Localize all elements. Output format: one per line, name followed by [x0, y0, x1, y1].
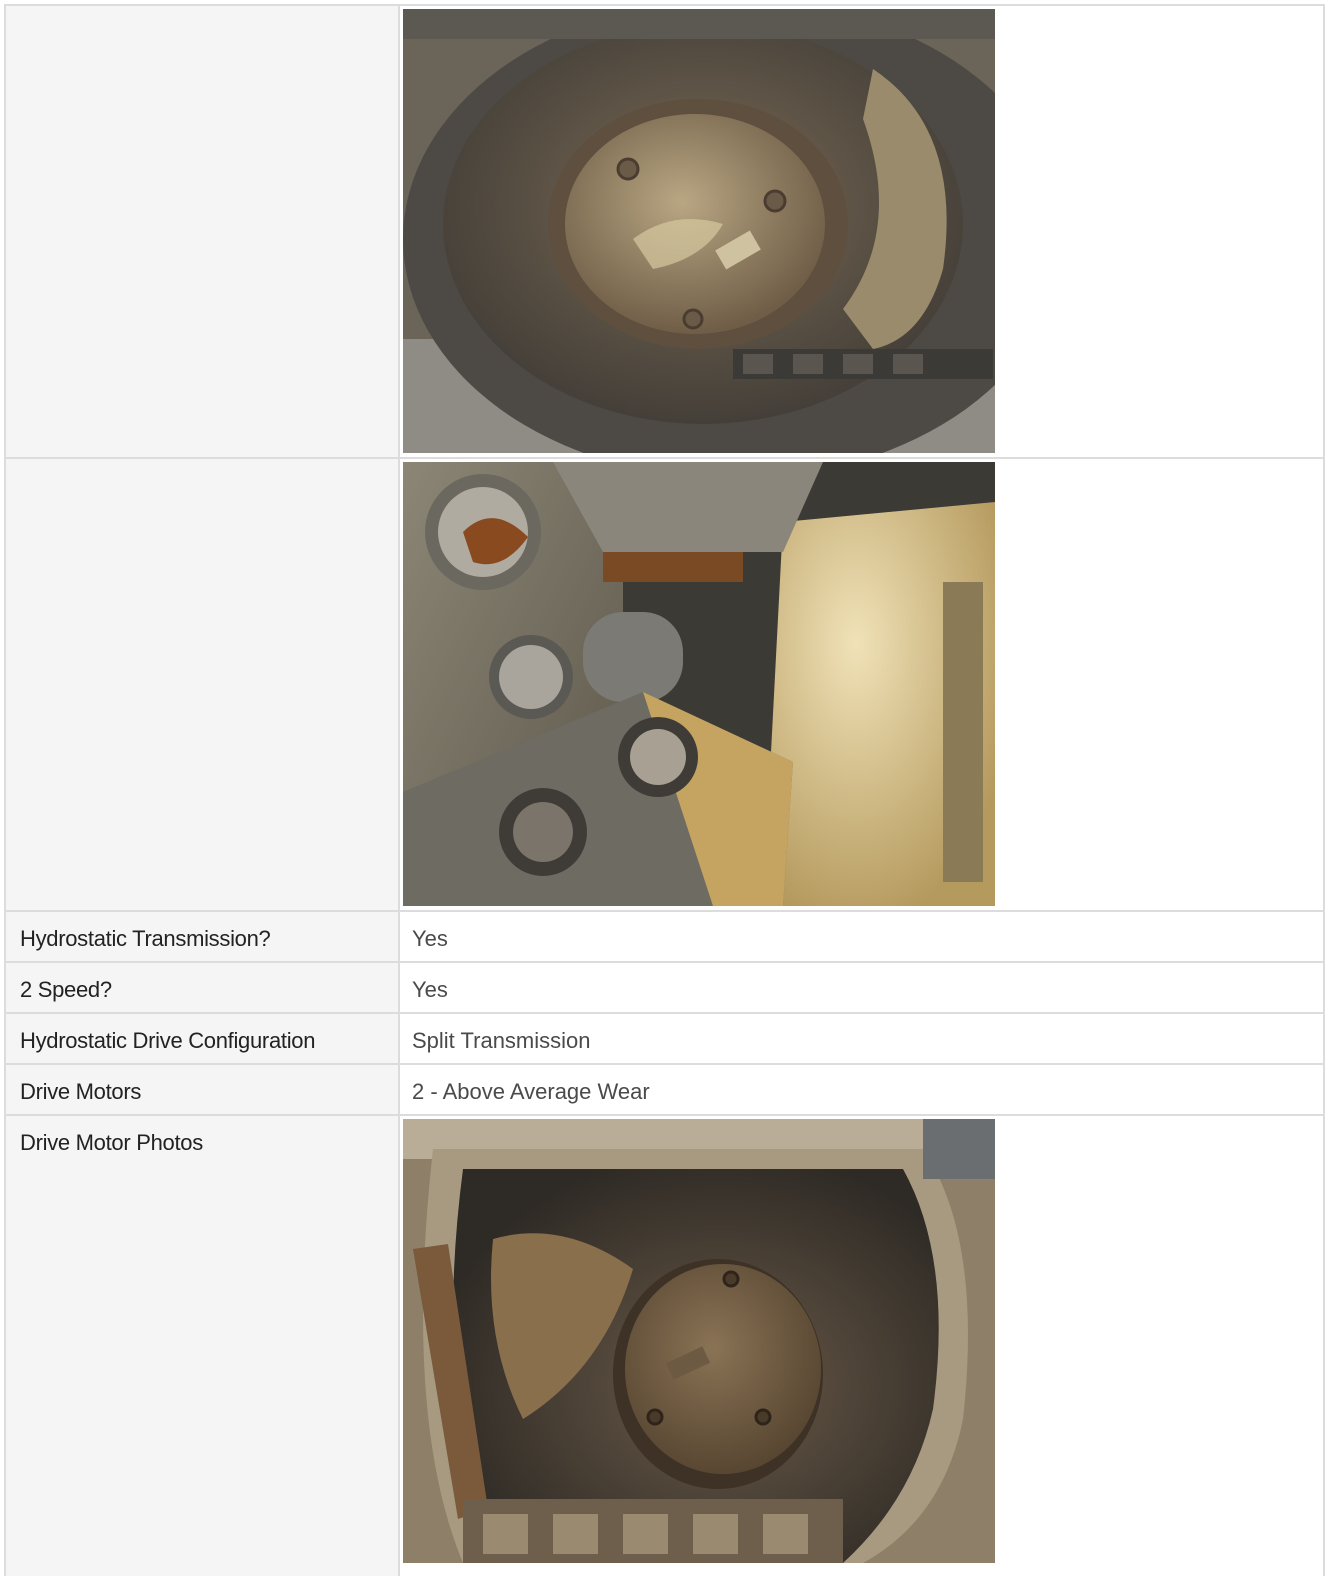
spec-label: Drive Motor Photos — [4, 1116, 400, 1576]
empty-label-cell — [4, 6, 400, 457]
spec-row-drive-motors: Drive Motors 2 - Above Average Wear — [4, 1065, 1325, 1116]
photo-cell — [400, 1116, 1325, 1576]
photo-row-2 — [4, 459, 1325, 912]
spec-row-2-speed: 2 Speed? Yes — [4, 963, 1325, 1014]
engine-bay-bolts-photo[interactable] — [403, 462, 995, 906]
inspection-table: Hydrostatic Transmission? Yes 2 Speed? Y… — [4, 4, 1325, 1576]
spec-label: Drive Motors — [4, 1065, 400, 1114]
spec-value: Yes — [400, 963, 1325, 1012]
spec-label: Hydrostatic Transmission? — [4, 912, 400, 961]
drive-motor-track-photo[interactable] — [403, 1119, 995, 1563]
spec-value: Split Transmission — [400, 1014, 1325, 1063]
spec-row-drive-configuration: Hydrostatic Drive Configuration Split Tr… — [4, 1014, 1325, 1065]
photo-row-1 — [4, 6, 1325, 459]
spec-value: 2 - Above Average Wear — [400, 1065, 1325, 1114]
drive-motor-sprocket-photo[interactable] — [403, 9, 995, 453]
photo-cell — [400, 459, 1325, 910]
spec-label: 2 Speed? — [4, 963, 400, 1012]
spec-value: Yes — [400, 912, 1325, 961]
empty-label-cell — [4, 459, 400, 910]
spec-label: Hydrostatic Drive Configuration — [4, 1014, 400, 1063]
spec-row-hydrostatic-transmission: Hydrostatic Transmission? Yes — [4, 912, 1325, 963]
photo-cell — [400, 6, 1325, 457]
spec-row-drive-motor-photos: Drive Motor Photos — [4, 1116, 1325, 1576]
